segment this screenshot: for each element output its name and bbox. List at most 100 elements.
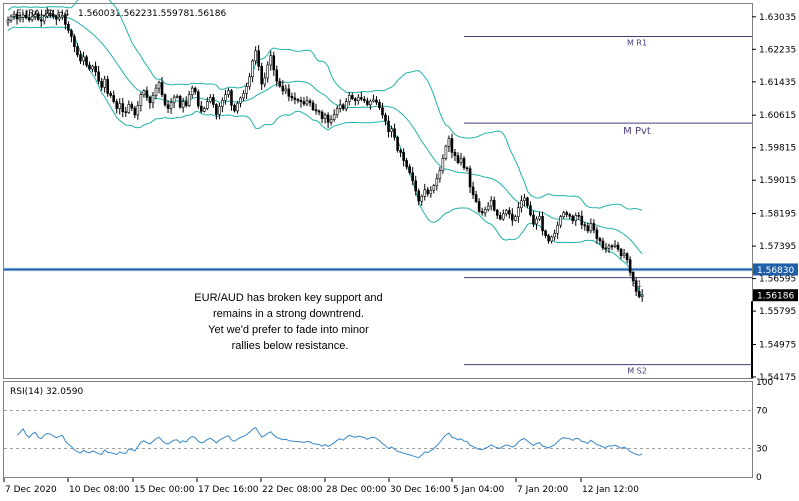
candle-body	[426, 189, 430, 195]
candle-body	[103, 78, 106, 88]
pivot-label: M Pvt	[623, 126, 651, 137]
candle-body	[550, 236, 553, 242]
chart-canvas[interactable]: EURAUD,H4 1.56003 1.56223 1.55978 1.5618…	[0, 0, 799, 501]
candle-body	[408, 166, 411, 174]
pivot-label: M S2	[627, 367, 647, 376]
candle-body	[353, 98, 357, 102]
candle-body	[230, 90, 233, 106]
candle-body	[372, 99, 375, 102]
candle-body	[492, 200, 496, 211]
price-tick-label: 1.61435	[759, 78, 796, 88]
candle-body	[411, 172, 414, 182]
candle-body	[118, 103, 122, 109]
candle-body	[350, 95, 354, 100]
candle-body	[390, 128, 393, 132]
candle-body	[88, 64, 91, 70]
candle-body	[257, 50, 260, 67]
candle-body	[233, 104, 236, 112]
candle-body	[24, 14, 28, 19]
candle-body	[248, 76, 251, 87]
candle-body	[435, 178, 439, 187]
candle-body	[631, 272, 635, 282]
candle-body	[495, 209, 499, 216]
candle-body	[190, 87, 194, 95]
candle-body	[184, 101, 188, 106]
candle-body	[465, 167, 469, 170]
candle-body	[574, 215, 578, 221]
candle-body	[329, 119, 333, 123]
candle-body	[187, 94, 191, 106]
candle-body	[224, 94, 227, 101]
candle-body	[299, 100, 303, 102]
candle-body	[148, 97, 152, 104]
candle-body	[432, 185, 436, 191]
candle-body	[21, 14, 25, 18]
price-tick-label: 1.55795	[759, 307, 796, 317]
candle-body	[450, 138, 454, 153]
main-price-panel[interactable]	[3, 3, 753, 379]
time-tick-label: 12 Jan 12:00	[582, 485, 639, 495]
time-tick-label: 22 Dec 08:00	[262, 485, 323, 495]
candle-body	[91, 65, 94, 70]
candle-body	[363, 98, 366, 102]
candle-body	[444, 145, 448, 159]
candle-body	[242, 93, 245, 99]
candle-body	[48, 13, 52, 15]
candle-body	[532, 214, 535, 225]
candle-body	[175, 95, 179, 98]
candle-body	[290, 95, 294, 99]
price-tick-label: 1.60615	[759, 111, 796, 121]
time-tick-label: 15 Dec 00:00	[134, 485, 195, 495]
candle-body	[520, 200, 523, 208]
candle-body	[556, 224, 559, 234]
candle-body	[498, 215, 502, 220]
candle-body	[302, 101, 306, 105]
candle-body	[535, 218, 538, 225]
candle-body	[480, 211, 484, 214]
candle-body	[281, 85, 285, 92]
candle-body	[483, 208, 487, 214]
candle-body	[305, 100, 309, 105]
candle-body	[284, 88, 288, 92]
candle-body	[514, 216, 517, 221]
candle-body	[106, 78, 109, 94]
candle-body	[178, 95, 182, 108]
candle-body	[417, 190, 421, 202]
candle-body	[559, 216, 562, 226]
candle-body	[414, 180, 418, 192]
price-tick-label: 1.57395	[759, 242, 796, 252]
candle-body	[212, 97, 215, 105]
candle-body	[136, 105, 140, 116]
rsi-tick-label: 100	[756, 378, 773, 388]
candle-body	[640, 294, 644, 297]
price-tick-label: 1.63035	[759, 13, 796, 23]
rsi-panel[interactable]	[3, 381, 753, 478]
candle-body	[12, 13, 16, 17]
candle-body	[251, 60, 254, 78]
time-tick-label: 7 Jan 20:00	[517, 485, 569, 495]
candle-body	[64, 15, 67, 25]
rsi-tick-label: 30	[756, 445, 768, 455]
candle-body	[369, 100, 372, 106]
candle-body	[33, 14, 37, 17]
candle-body	[438, 170, 442, 180]
candle-body	[381, 107, 384, 116]
candle-body	[127, 104, 131, 113]
candle-body	[73, 36, 76, 47]
support-zone	[4, 267, 752, 272]
candle-body	[9, 15, 13, 21]
candle-body	[447, 138, 451, 147]
candle-body	[459, 158, 463, 163]
candle-body	[347, 95, 351, 102]
candle-body	[332, 114, 336, 120]
candle-body	[544, 230, 547, 237]
candle-body	[15, 13, 19, 20]
candle-body	[589, 223, 593, 232]
candle-body	[206, 101, 209, 109]
candle-body	[112, 95, 115, 102]
candle-body	[399, 150, 402, 153]
candle-body	[51, 13, 55, 17]
candle-body	[508, 210, 511, 215]
candle-body	[218, 106, 221, 115]
time-tick-label: 28 Dec 00:00	[326, 485, 387, 495]
